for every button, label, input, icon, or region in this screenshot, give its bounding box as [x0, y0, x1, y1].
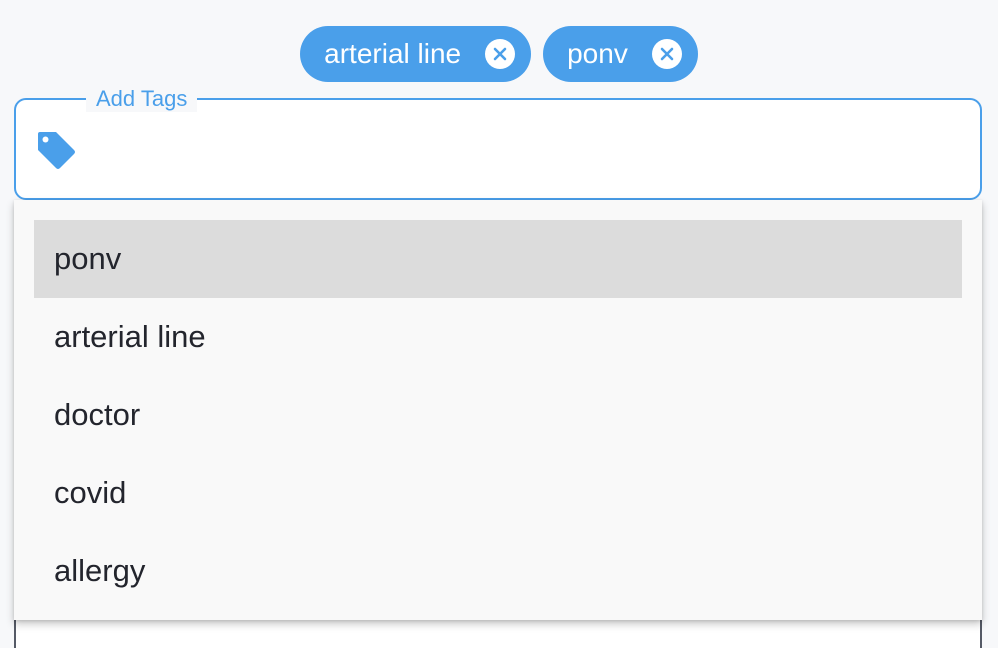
tag-icon	[34, 128, 78, 177]
remove-tag-icon[interactable]	[485, 39, 516, 69]
selected-tags: arterial line ponv	[0, 26, 998, 82]
remove-tag-icon[interactable]	[651, 39, 682, 69]
add-tags-input[interactable]	[90, 120, 960, 180]
menu-item-allergy[interactable]: allergy	[34, 532, 962, 610]
menu-item-arterial-line[interactable]: arterial line	[34, 298, 962, 376]
menu-item-covid[interactable]: covid	[34, 454, 962, 532]
add-tags-field[interactable]: Add Tags	[14, 86, 982, 200]
tag-chip[interactable]: arterial line	[300, 26, 532, 82]
tag-suggestions-menu: ponv arterial line doctor covid allergy	[14, 200, 982, 620]
menu-item-ponv[interactable]: ponv	[34, 220, 962, 298]
tag-chip[interactable]: ponv	[543, 26, 698, 82]
tag-editor: arterial line ponv Add Tags ponv arteria…	[0, 0, 998, 648]
tag-chip-label: arterial line	[324, 38, 462, 69]
tag-chip-label: ponv	[567, 38, 628, 69]
menu-item-doctor[interactable]: doctor	[34, 376, 962, 454]
add-tags-label: Add Tags	[86, 86, 198, 112]
